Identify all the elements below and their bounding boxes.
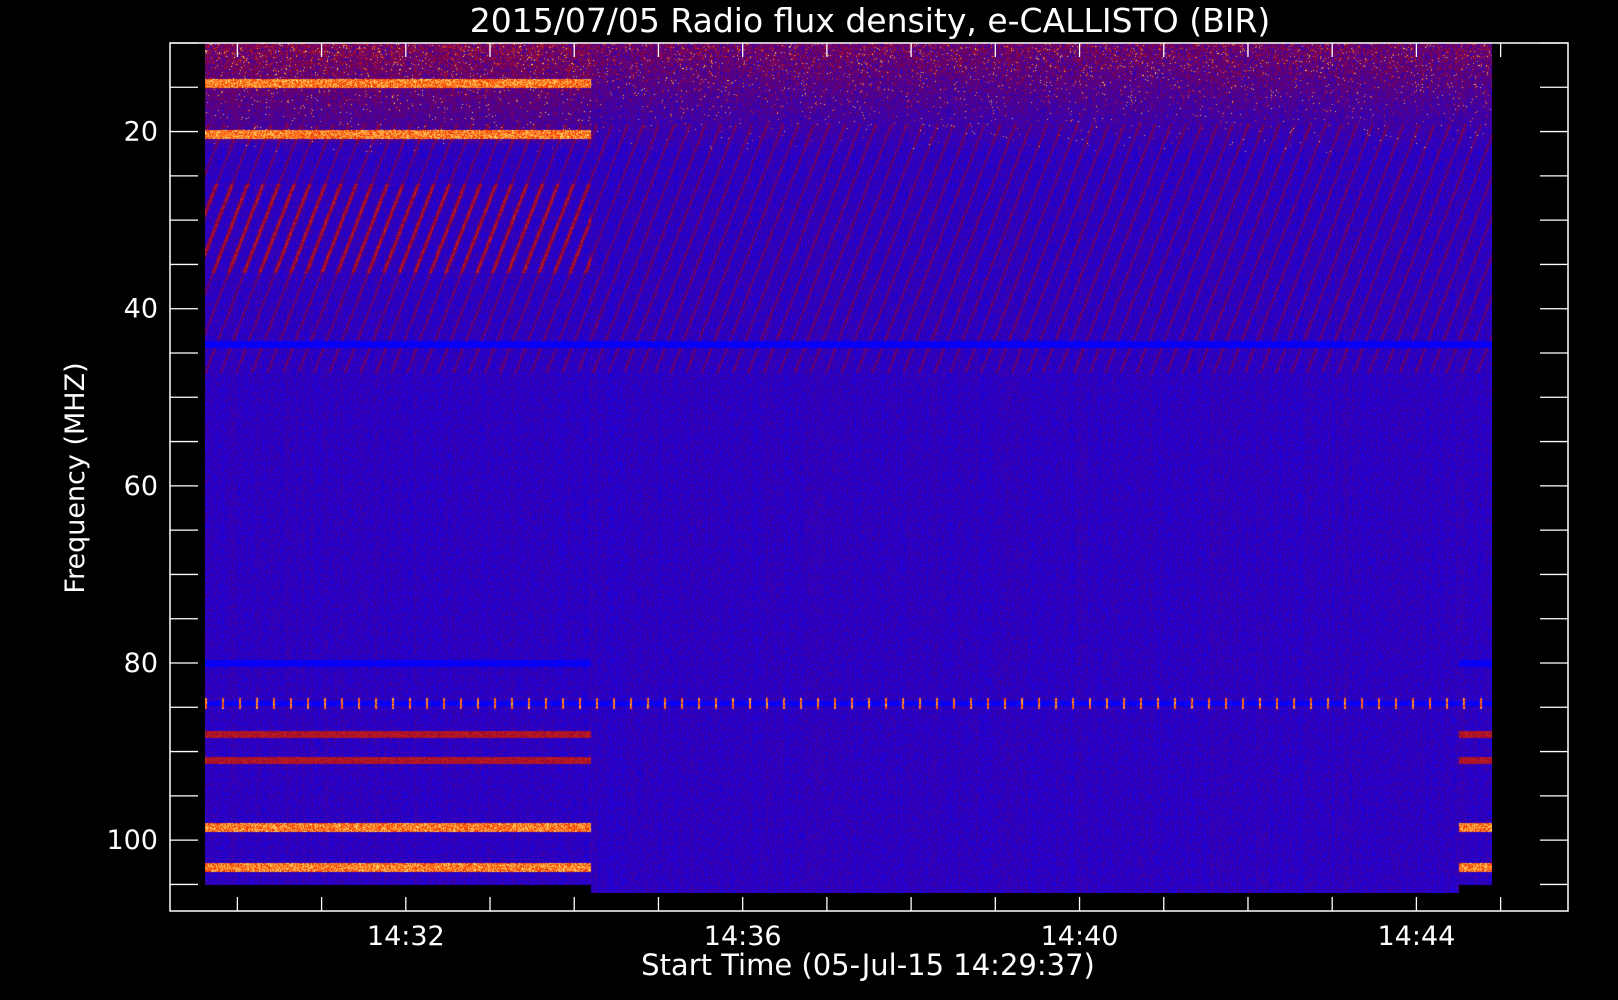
y-tick-label: 100: [106, 825, 158, 856]
y-axis-label: Frequency (MHZ): [60, 362, 91, 593]
spectrogram-figure: 2015/07/05 Radio flux density, e-CALLIST…: [0, 0, 1618, 1000]
x-tick-label: 14:32: [367, 921, 445, 952]
y-tick-label: 20: [124, 117, 158, 148]
heatmap: [205, 43, 1492, 893]
spectrogram-image: [205, 43, 1492, 893]
plot-area: [169, 42, 1569, 912]
x-axis-label: Start Time (05-Jul-15 14:29:37): [641, 948, 1095, 982]
x-tick-label: 14:44: [1378, 921, 1456, 952]
y-tick-label: 80: [124, 648, 158, 679]
y-tick-label: 40: [124, 294, 158, 325]
chart-title: 2015/07/05 Radio flux density, e-CALLIST…: [470, 1, 1271, 40]
y-tick-label: 60: [124, 471, 158, 502]
